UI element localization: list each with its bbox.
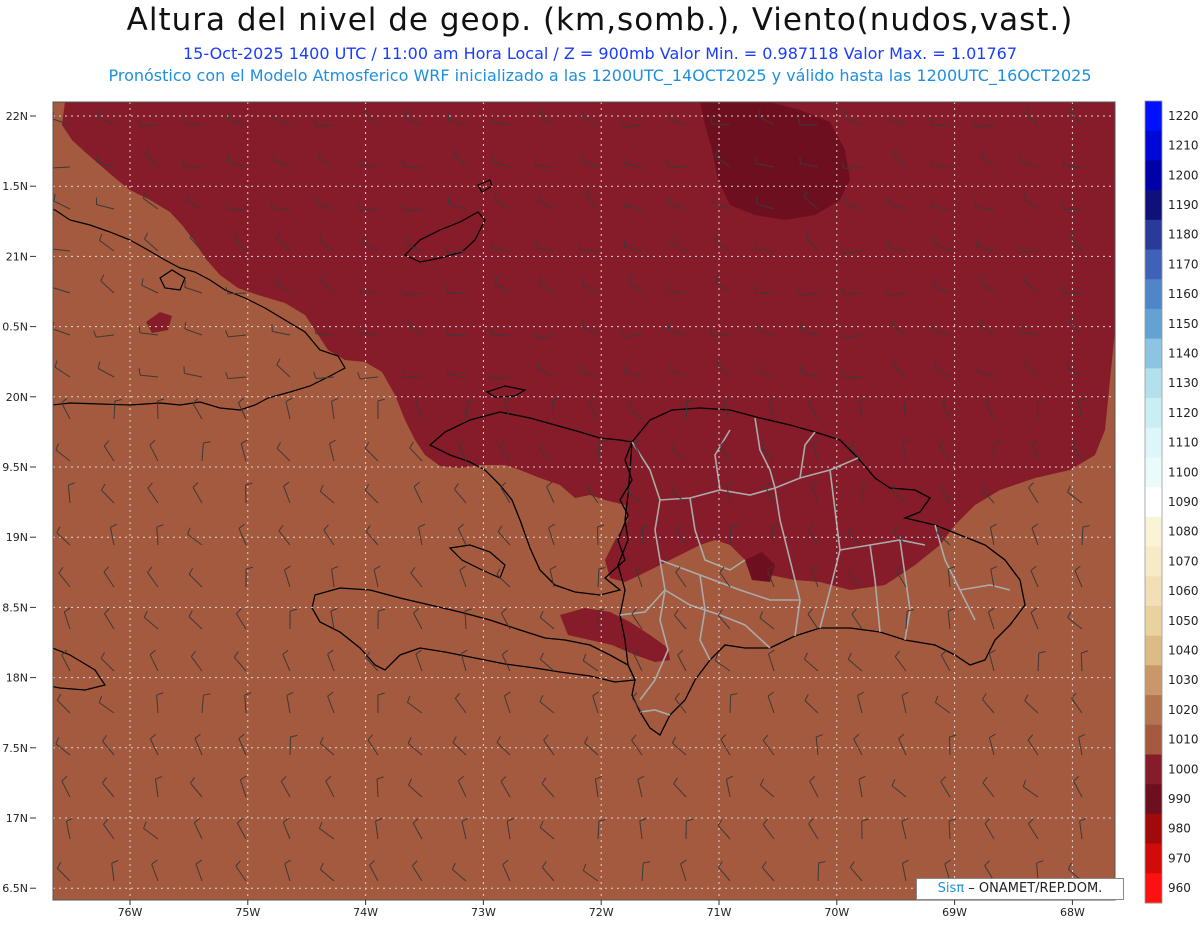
latitude-label: 21N [6, 250, 28, 263]
colorbar-label: 1100 [1168, 465, 1199, 479]
colorbar-label: 1150 [1168, 317, 1199, 331]
colorbar-label: 1110 [1168, 436, 1199, 450]
longitude-label: 69W [942, 906, 967, 919]
map-plot-area [53, 102, 1115, 900]
colorbar-swatch [1145, 249, 1162, 280]
colorbar-swatch [1145, 576, 1162, 607]
colorbar-label: 1130 [1168, 376, 1199, 390]
colorbar-swatch [1145, 398, 1162, 429]
colorbar-swatch [1145, 338, 1162, 369]
longitude-label: 72W [589, 906, 614, 919]
colorbar-swatch [1145, 427, 1162, 458]
latitude-label: 22N [6, 110, 28, 123]
latitude-label: 0.5N [2, 321, 28, 334]
colorbar-label: 1210 [1168, 139, 1199, 153]
colorbar-label: 1070 [1168, 554, 1199, 568]
colorbar-label: 1020 [1168, 703, 1199, 717]
colorbar-swatch [1145, 308, 1162, 340]
colorbar-swatch [1145, 695, 1162, 726]
colorbar-label: 1080 [1168, 525, 1199, 539]
credit-organization: – ONAMET/REP.DOM. [968, 881, 1103, 896]
longitude-label: 76W [118, 906, 143, 919]
colorbar-swatch [1145, 724, 1162, 755]
colorbar-label: 1040 [1168, 644, 1199, 658]
latitude-label: 18N [6, 672, 28, 685]
longitude-label: 74W [353, 906, 378, 919]
colorbar-swatch [1145, 665, 1162, 696]
longitude-label: 70W [824, 906, 849, 919]
colorbar: 1220 1210 1200 1190 1180 1170 1160 1150 1140 1130… [1144, 100, 1199, 904]
colorbar-label: 990 [1168, 792, 1191, 806]
credit-pi-symbol: π [956, 881, 965, 896]
colorbar-swatch [1145, 546, 1162, 577]
colorbar-label: 1160 [1168, 287, 1199, 301]
colorbar-label: 1120 [1168, 406, 1199, 420]
longitude-label: 71W [707, 906, 732, 919]
colorbar-label: 980 [1168, 822, 1191, 836]
colorbar-swatch [1145, 487, 1162, 518]
colorbar-swatch [1145, 784, 1162, 815]
latitude-label: 1.5N [2, 180, 28, 193]
longitude-label: 68W [1060, 906, 1085, 919]
forecast-map: 22N 1.5N 21N 0.5N 20N 9.5N 19N 8.5N 18N 7.5N 17N 6.… [2, 100, 1199, 919]
colorbar-label: 1060 [1168, 584, 1199, 598]
colorbar-swatch [1145, 457, 1162, 488]
colorbar-label: 1030 [1168, 673, 1199, 687]
colorbar-swatch [1145, 279, 1162, 310]
latitude-labels: 22N 1.5N 21N 0.5N 20N 9.5N 19N 8.5N 18N 7.5N 17N 6.… [2, 110, 36, 895]
colorbar-swatch [1145, 605, 1162, 637]
colorbar-label: 1180 [1168, 228, 1199, 242]
colorbar-swatch [1145, 101, 1162, 132]
longitude-labels: 76W 75W 74W 73W 72W 71W 70W 69W 68W [118, 900, 1085, 919]
colorbar-label: 1000 [1168, 762, 1199, 776]
colorbar-label: 1090 [1168, 495, 1199, 509]
latitude-label: 17N [6, 812, 28, 825]
colorbar-swatch [1145, 130, 1162, 161]
colorbar-swatch [1145, 219, 1162, 251]
latitude-label: 6.5N [2, 882, 28, 895]
colorbar-swatch [1145, 160, 1162, 191]
colorbar-label: 960 [1168, 881, 1191, 895]
colorbar-swatch [1145, 635, 1162, 666]
colorbar-swatch [1145, 813, 1162, 845]
credit-box: Sisπ – ONAMET/REP.DOM. [916, 878, 1124, 900]
colorbar-swatch [1145, 368, 1162, 399]
colorbar-label: 1200 [1168, 168, 1199, 182]
latitude-label: 8.5N [2, 601, 28, 614]
colorbar-label: 1050 [1168, 614, 1199, 628]
latitude-label: 19N [6, 531, 28, 544]
colorbar-swatch [1145, 516, 1162, 548]
latitude-label: 7.5N [2, 742, 28, 755]
colorbar-label: 1220 [1168, 109, 1199, 123]
credit-sis: Sis [937, 881, 957, 896]
colorbar-label: 1010 [1168, 733, 1199, 747]
longitude-label: 73W [471, 906, 496, 919]
colorbar-swatch [1145, 843, 1162, 874]
colorbar-swatch [1145, 873, 1162, 904]
colorbar-label: 1140 [1168, 346, 1199, 360]
colorbar-label: 970 [1168, 851, 1191, 865]
longitude-label: 75W [235, 906, 260, 919]
colorbar-label: 1190 [1168, 198, 1199, 212]
colorbar-swatch [1145, 754, 1162, 785]
latitude-label: 20N [6, 391, 28, 404]
colorbar-label: 1170 [1168, 257, 1199, 271]
latitude-label: 9.5N [2, 461, 28, 474]
colorbar-swatch [1145, 190, 1162, 221]
